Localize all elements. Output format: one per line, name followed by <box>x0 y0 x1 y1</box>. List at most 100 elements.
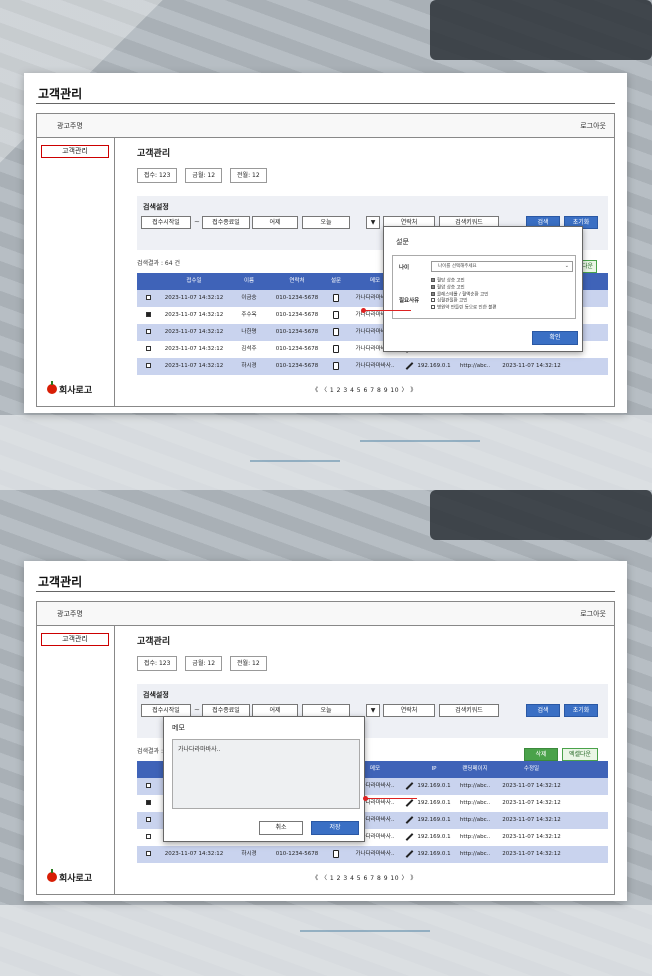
concern-option[interactable]: 혈압 상승 고민 <box>431 284 497 292</box>
survey-icon[interactable] <box>325 324 347 341</box>
memo-modal: 메모 가나다라마바사.. 취소 저장 <box>163 716 365 842</box>
checkbox-icon[interactable] <box>145 783 151 788</box>
landing-page: http://abc.. <box>459 817 491 823</box>
edit-icon[interactable] <box>403 778 415 795</box>
concern-options: 혈당 상승 고민 혈압 상승 고민 콜레스테롤 / 혈액순환 고민 심혈관질환 고민 병… <box>431 278 497 312</box>
column-header <box>403 761 415 778</box>
survey-icon[interactable] <box>325 307 347 324</box>
ip-address: 192.169.0.1 <box>417 817 451 823</box>
checkbox-icon[interactable] <box>145 834 151 839</box>
save-button[interactable]: 저장 <box>311 821 359 835</box>
survey-icon[interactable] <box>325 358 347 375</box>
clipboard-icon[interactable] <box>333 293 339 302</box>
checkbox-icon[interactable] <box>145 817 151 822</box>
memo-text: 가나다라마바사.. <box>355 851 395 857</box>
divider <box>36 103 615 104</box>
clipboard-icon[interactable] <box>333 327 339 336</box>
survey-form: 나이 나이를 선택해주세요 ⌄ 필요사유 혈당 상승 고민 혈압 상승 고민 콜레스… <box>392 255 576 319</box>
row-checkbox[interactable] <box>137 341 159 358</box>
today-button[interactable]: 오늘 <box>302 216 350 229</box>
app-title: 고객관리 <box>38 87 83 101</box>
checkbox-icon[interactable] <box>431 305 435 310</box>
search-label: 검색설정 <box>143 691 169 699</box>
column-header: 접수일 <box>186 278 202 284</box>
logout-link[interactable]: 로그아웃 <box>580 609 606 619</box>
clipboard-icon[interactable] <box>333 361 339 370</box>
modified-date: 2023-11-07 14:32:12 <box>502 783 561 789</box>
edit-icon[interactable] <box>403 846 415 863</box>
concern-option[interactable]: 병원약 만들린 등으로 인한 불편 <box>431 305 497 312</box>
concern-option[interactable]: 콜레스테롤 / 혈액순환 고민 <box>431 291 497 299</box>
yesterday-button[interactable]: 어제 <box>252 216 298 229</box>
pencil-icon[interactable] <box>405 815 413 824</box>
edit-icon[interactable] <box>403 829 415 846</box>
sidebar-item-customers[interactable]: 고객관리 <box>41 145 109 158</box>
company-logo: 회사로고 <box>47 381 92 396</box>
checkbox-icon[interactable] <box>145 851 151 856</box>
age-select[interactable]: 나이를 선택해주세요 ⌄ <box>431 261 573 272</box>
keyword-input[interactable]: 검색키워드 <box>439 704 499 717</box>
concern-option[interactable]: 혈당 상승 고민 <box>431 278 497 285</box>
stat-this-month: 금월: 12 <box>185 656 223 671</box>
checkbox-icon[interactable] <box>431 278 435 282</box>
pencil-icon[interactable] <box>405 798 413 807</box>
pencil-icon[interactable] <box>405 781 413 790</box>
row-checkbox[interactable] <box>137 778 159 795</box>
checkbox-icon[interactable] <box>145 295 151 300</box>
row-checkbox[interactable] <box>137 307 159 324</box>
survey-icon[interactable] <box>325 846 347 863</box>
row-checkbox[interactable] <box>137 290 159 307</box>
modified-date: 2023-11-07 14:32:12 <box>502 817 561 823</box>
pencil-icon[interactable] <box>405 849 413 858</box>
checkbox-icon[interactable] <box>431 298 435 303</box>
clipboard-icon[interactable] <box>333 344 339 353</box>
modified-date: 2023-11-07 14:32:12 <box>502 800 561 806</box>
edit-icon[interactable] <box>403 812 415 829</box>
survey-icon[interactable] <box>325 341 347 358</box>
stat-last-month: 전월: 12 <box>230 168 267 183</box>
pencil-icon[interactable] <box>405 361 413 370</box>
row-checkbox[interactable] <box>137 795 159 812</box>
row-checkbox[interactable] <box>137 812 159 829</box>
pencil-icon[interactable] <box>405 832 413 841</box>
checkbox-icon[interactable] <box>145 329 151 334</box>
excel-download-button[interactable]: 엑셀다운 <box>562 748 598 761</box>
table-row[interactable]: 2023-11-07 14:32:12 하시경 010-1234-5678 가나다라마… <box>137 846 608 863</box>
start-date-input[interactable]: 접수시작일 <box>141 216 191 229</box>
row-checkbox[interactable] <box>137 358 159 375</box>
clipboard-icon[interactable] <box>333 849 339 858</box>
checkbox-icon[interactable] <box>431 291 435 296</box>
edit-icon[interactable] <box>403 358 415 375</box>
pagination[interactable]: 《 〈 1 2 3 4 5 6 7 8 9 10 〉 》 <box>115 873 614 882</box>
pagination[interactable]: 《 〈 1 2 3 4 5 6 7 8 9 10 〉 》 <box>115 385 614 394</box>
confirm-button[interactable]: 확인 <box>532 331 578 345</box>
memo-textarea[interactable]: 가나다라마바사.. <box>172 739 360 809</box>
checkbox-icon[interactable] <box>431 284 435 289</box>
cancel-button[interactable]: 취소 <box>259 821 303 835</box>
sidebar-item-customers[interactable]: 고객관리 <box>41 633 109 646</box>
row-checkbox[interactable] <box>137 829 159 846</box>
row-checkbox[interactable] <box>137 324 159 341</box>
logout-link[interactable]: 로그아웃 <box>580 121 606 131</box>
end-date-input[interactable]: 접수종료일 <box>202 216 250 229</box>
checkbox-icon[interactable] <box>145 346 151 351</box>
table-row[interactable]: 2023-11-07 14:32:12 하시경 010-1234-5678 가나다라마… <box>137 358 608 375</box>
checkbox-icon[interactable] <box>145 363 151 368</box>
field-dropdown-button[interactable]: ▼ <box>366 216 380 229</box>
search-button[interactable]: 검색 <box>526 704 560 717</box>
reset-button[interactable]: 초기화 <box>564 704 598 717</box>
chevron-down-icon: ⌄ <box>564 263 569 269</box>
checkbox-icon[interactable] <box>145 312 151 317</box>
contact-select[interactable]: 연락처 <box>383 704 435 717</box>
paper-sketch <box>0 905 652 976</box>
concern-option[interactable]: 심혈관질환 고민 <box>431 298 497 305</box>
row-checkbox[interactable] <box>137 846 159 863</box>
clipboard-icon[interactable] <box>333 310 339 319</box>
checkbox-icon[interactable] <box>145 800 151 805</box>
page-title: 고객관리 <box>137 637 171 647</box>
survey-icon[interactable] <box>325 290 347 307</box>
field-dropdown-button[interactable]: ▼ <box>366 704 380 717</box>
age-select-value: 나이를 선택해주세요 <box>438 264 477 269</box>
ip-address: 192.169.0.1 <box>417 783 451 789</box>
delete-button[interactable]: 삭제 <box>524 748 558 761</box>
